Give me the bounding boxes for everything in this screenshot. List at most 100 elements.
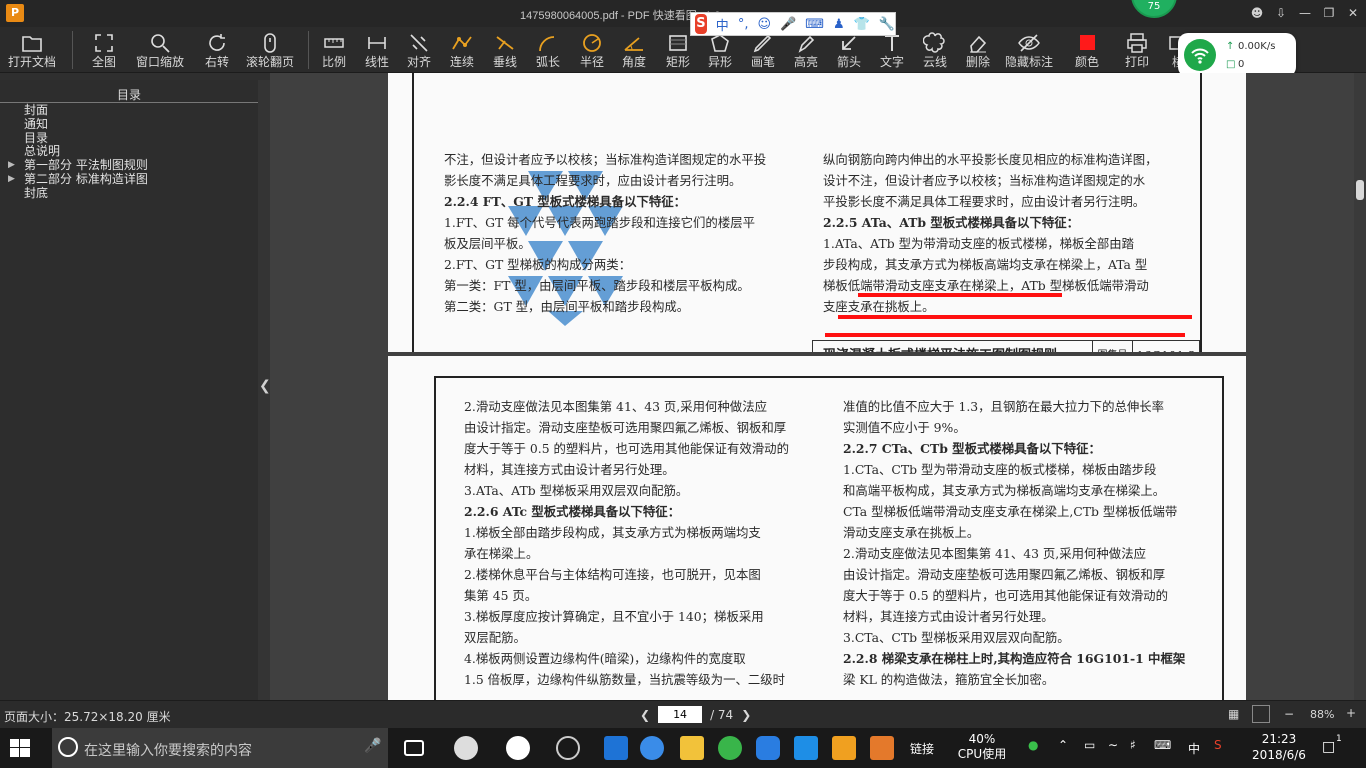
toolbar-del-button[interactable]: 删除: [958, 27, 998, 73]
toolbar-angle-button[interactable]: 角度: [614, 27, 654, 73]
red-annotation-line[interactable]: [838, 315, 1192, 319]
network-speed-widget[interactable]: ↑ 0.00K/s □ 0: [1178, 33, 1296, 77]
settings-icon[interactable]: 🔧: [879, 17, 895, 32]
angle-icon: [624, 37, 643, 51]
toc-item[interactable]: ▶ 第二部分 标准构造详图: [8, 171, 148, 187]
file-explorer-icon[interactable]: [680, 736, 704, 760]
toolbar-perp-button[interactable]: 垂线: [485, 27, 525, 73]
toolbar-separator: [308, 31, 309, 69]
toolbar-arc-button[interactable]: 弧长: [528, 27, 568, 73]
toolbar-scale-button[interactable]: 比例: [314, 27, 354, 73]
menu-dropdown-icon[interactable]: ⇩: [1272, 4, 1290, 22]
red-annotation-line[interactable]: [858, 293, 1062, 297]
cpu-percent: 40%: [968, 732, 996, 746]
color-swatch-icon: [1080, 35, 1095, 50]
performance-badge[interactable]: 75: [1131, 0, 1177, 18]
windows-start-icon[interactable]: [10, 739, 30, 757]
clock[interactable]: 21:23 2018/6/6: [1244, 731, 1314, 768]
text-line: 材料，其连接方式由设计者另行处理。: [843, 609, 1054, 624]
sidebar-collapse-button[interactable]: ❮: [258, 80, 271, 700]
toolbar-radius-button[interactable]: 半径: [572, 27, 612, 73]
page-number-input[interactable]: 14: [658, 706, 703, 723]
atlas-label: 图集号: [1093, 341, 1133, 352]
cpu-meter[interactable]: 40% CPU使用: [955, 732, 1009, 768]
keyboard-icon[interactable]: ⌨: [1154, 738, 1171, 768]
toolbar-print-button[interactable]: 打印: [1117, 27, 1157, 73]
volume-icon[interactable]: ♯: [1130, 738, 1136, 768]
toolbar-color-button[interactable]: 颜色: [1067, 27, 1107, 73]
toolbar-align-button[interactable]: 对齐: [399, 27, 439, 73]
notification-icon[interactable]: □: [1322, 739, 1335, 768]
task-view-icon[interactable]: [404, 740, 424, 756]
toolbar-label: 半径: [579, 55, 604, 69]
toolbar-rotate-button[interactable]: 右转: [197, 27, 237, 73]
ie-browser-icon[interactable]: [506, 736, 530, 760]
keyboard-icon[interactable]: ⌨: [805, 17, 824, 32]
puzzle-app-icon[interactable]: [794, 736, 818, 760]
skin-icon[interactable]: 👕: [854, 17, 870, 32]
text-line: 2.楼梯休息平台与主体结构可连接，也可脱开，见本图: [464, 567, 761, 582]
pdf-viewer-task-icon[interactable]: [870, 736, 894, 760]
toolbar-hide-button[interactable]: 隐藏标注: [1001, 27, 1057, 73]
toc-item[interactable]: 封底: [8, 186, 148, 201]
user-icon[interactable]: ☻: [1248, 4, 1266, 22]
toolbar-label: 弧长: [535, 55, 560, 69]
toolbar-cloud-button[interactable]: 云线: [915, 27, 955, 73]
ime-punct-label[interactable]: °,: [738, 17, 749, 32]
pinwheel-app-icon[interactable]: [454, 736, 478, 760]
toolbar-open-button[interactable]: 打开文档: [4, 27, 60, 73]
red-annotation-line[interactable]: [825, 333, 1185, 337]
network-icon[interactable]: ∼: [1108, 738, 1118, 768]
double-page-icon[interactable]: ▦: [1228, 707, 1239, 721]
toc-item-label: 目录: [24, 130, 49, 145]
toolbar-label: 文字: [879, 55, 904, 69]
toolbar-fit-button[interactable]: 全图: [84, 27, 124, 73]
browser-g-icon[interactable]: [756, 736, 780, 760]
wifi-tray-icon[interactable]: ●: [1028, 738, 1038, 768]
sogou-tray-icon[interactable]: S: [1214, 738, 1222, 768]
toc-item[interactable]: ▶ 第一部分 平法制图规则: [8, 158, 148, 173]
expand-arrow-icon[interactable]: ▶: [8, 173, 15, 187]
microphone-icon[interactable]: 🎤: [364, 738, 381, 754]
text-line: 1.5 倍板厚，边缘构件纵筋数量，当抗震等级为一、二级时: [464, 672, 786, 687]
taskbar-search-box[interactable]: 在这里输入你要搜索的内容 🎤: [52, 728, 388, 768]
battery-icon[interactable]: ▭: [1084, 738, 1095, 768]
toolbar-zoomwin-button[interactable]: 窗口缩放: [132, 27, 188, 73]
link-label[interactable]: 链接: [910, 740, 934, 768]
toc-item[interactable]: 通知: [8, 117, 148, 132]
next-page-icon[interactable]: ❯: [741, 708, 751, 722]
green-app-icon[interactable]: [718, 736, 742, 760]
ime-indicator[interactable]: 中: [1188, 740, 1200, 768]
close-button[interactable]: ✕: [1344, 4, 1362, 22]
scrollbar-thumb[interactable]: [1356, 180, 1364, 200]
notes-app-icon[interactable]: [832, 736, 856, 760]
edge-browser-icon[interactable]: [604, 736, 628, 760]
vertical-scrollbar[interactable]: [1354, 73, 1366, 700]
internet-explorer-icon[interactable]: [640, 736, 664, 760]
microphone-icon[interactable]: 🎤: [780, 17, 796, 32]
emoji-icon[interactable]: ☺: [757, 17, 771, 32]
continuous-icon: [452, 36, 472, 50]
chevron-up-icon[interactable]: ⌃: [1058, 738, 1068, 768]
toolbar-cont-button[interactable]: 连续: [442, 27, 482, 73]
document-viewport[interactable]: 不注，但设计者应予以校核；当标准构造详图规定的水平投 影长度不满足具体工程要求时，…: [270, 73, 1354, 700]
toolbar-linear-button[interactable]: 线性: [357, 27, 397, 73]
restore-button[interactable]: ❐: [1320, 4, 1338, 22]
atlas-number: 16G101-2: [1133, 341, 1199, 352]
minimize-button[interactable]: —: [1296, 4, 1314, 22]
user-icon[interactable]: ♟: [833, 17, 845, 32]
prev-page-icon[interactable]: ❮: [640, 708, 650, 722]
zoom-out-button[interactable]: −: [1284, 707, 1294, 721]
rectangle-icon: [669, 35, 687, 51]
text-line: 平投影长度不满足具体工程要求时，应由设计者另行注明。: [823, 194, 1146, 209]
sogou-logo-icon[interactable]: S: [695, 14, 707, 34]
toc-item-label: 第二部分 标准构造详图: [24, 171, 148, 186]
spiral-app-icon[interactable]: [556, 736, 580, 760]
toc-item[interactable]: 封面: [8, 103, 148, 118]
expand-arrow-icon[interactable]: ▶: [8, 159, 15, 173]
toolbar-wheel-button[interactable]: 滚轮翻页: [242, 27, 298, 73]
text-line: 2.2.4 FT、GT 型板式楼梯具备以下特征：: [444, 194, 687, 209]
ime-mode-label[interactable]: 中: [716, 15, 729, 34]
single-page-icon[interactable]: [1252, 705, 1270, 723]
zoom-in-button[interactable]: +: [1346, 706, 1356, 720]
